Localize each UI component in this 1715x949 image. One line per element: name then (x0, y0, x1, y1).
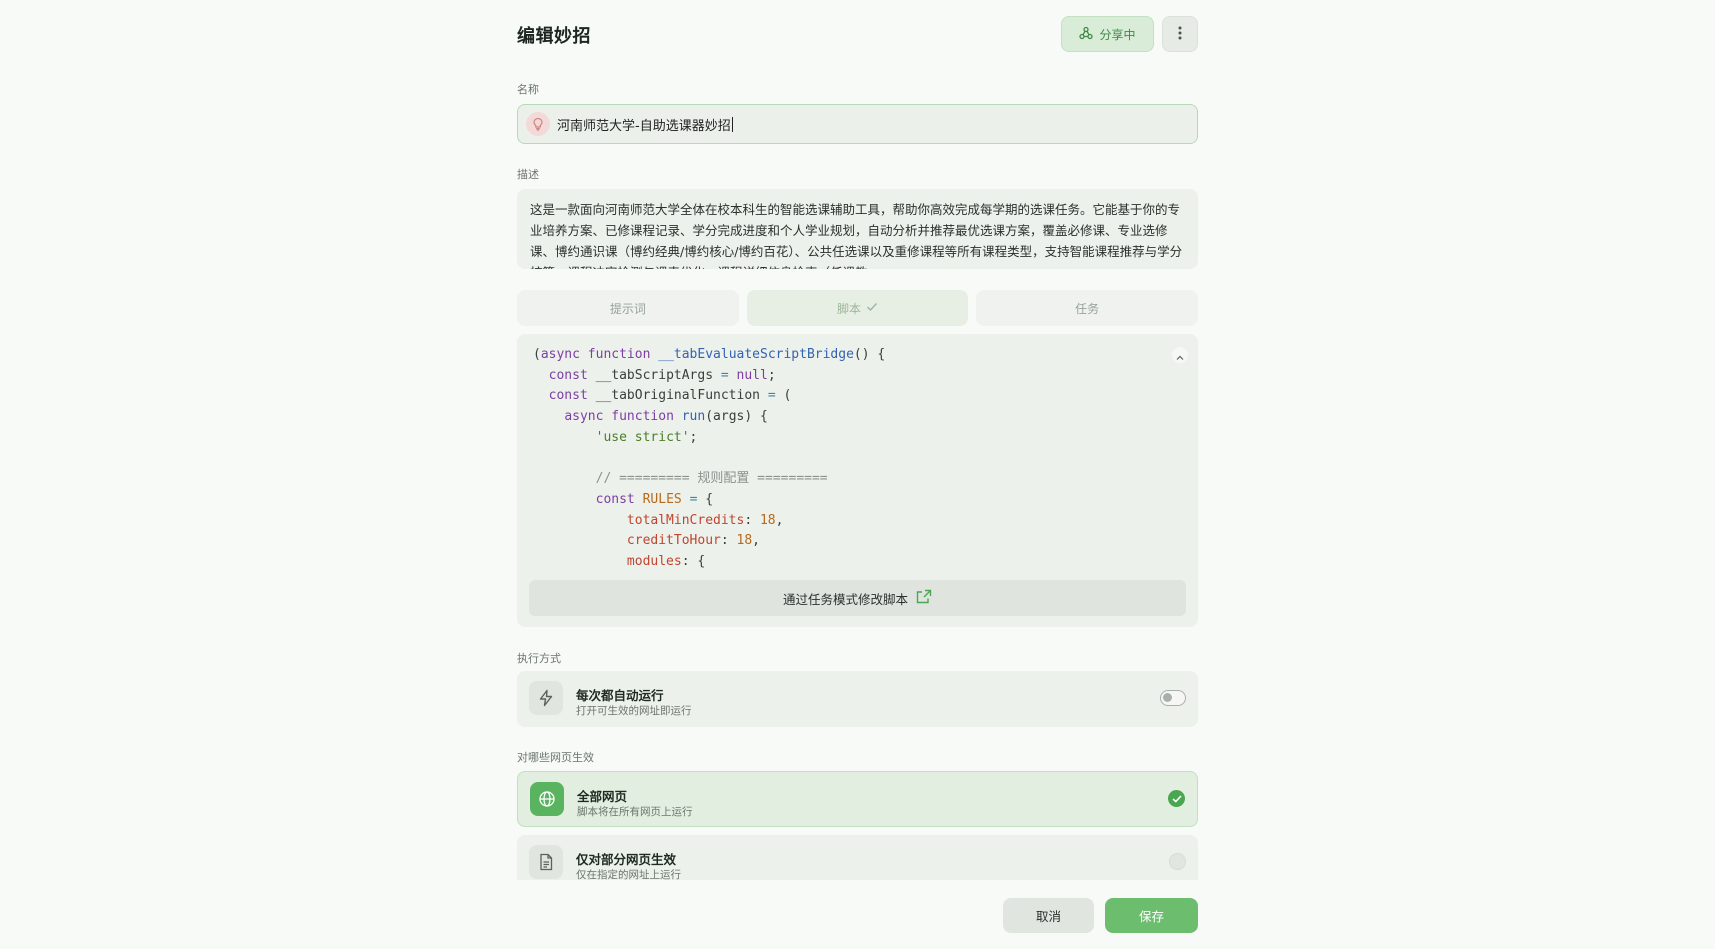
code-line: creditToHour: 18, (626, 533, 760, 549)
more-options-button[interactable] (1162, 16, 1198, 52)
tab-task[interactable]: 任务 (976, 290, 1199, 326)
code-line: const RULES = { (595, 491, 714, 507)
code-line: 'use strict'; (595, 429, 698, 445)
code-line: async function run(args) { (564, 409, 768, 425)
external-link-icon (916, 589, 932, 607)
auto-run-title: 每次都自动运行 (576, 688, 664, 703)
code-line: totalMinCredits: 18, (626, 512, 784, 528)
scope-specific-title: 仅对部分网页生效 (576, 852, 677, 867)
description-label: 描述 (517, 168, 539, 181)
cancel-button[interactable]: 取消 (1003, 898, 1094, 933)
page-title: 编辑妙招 (517, 26, 591, 47)
collapse-button[interactable] (1172, 347, 1188, 363)
auto-run-subtitle: 打开可生效的网址即运行 (576, 705, 692, 717)
script-code-viewer[interactable]: (async function __tabEvaluateScriptBridg… (517, 334, 1198, 627)
description-value: 这是一款面向河南师范大学全体在校本科生的智能选课辅助工具，帮助你高效完成每学期的… (530, 202, 1183, 269)
scope-option-specific-pages[interactable]: 仅对部分网页生效 仅在指定的网址上运行 (517, 835, 1198, 880)
code-line: const __tabOriginalFunction = ( (548, 388, 792, 404)
chevron-up-icon (1176, 346, 1184, 365)
code-line: modules: { (626, 553, 706, 569)
scope-all-subtitle: 脚本将在所有网页上运行 (577, 806, 693, 818)
name-value: 河南师范大学-自助选课器妙招 (557, 118, 731, 134)
scope-all-title: 全部网页 (577, 789, 628, 804)
code-line: // ========= 规则配置 ========= (533, 471, 828, 487)
scope-specific-subtitle: 仅在指定的网址上运行 (576, 869, 681, 880)
more-vertical-icon (1178, 25, 1182, 44)
check-icon (866, 301, 878, 315)
edit-trick-panel: 编辑妙招 分享中 名称 河南师范大学-自助选课器妙招 描述 这是一款面向河南师范… (517, 0, 1199, 949)
share-button[interactable]: 分享中 (1061, 16, 1154, 52)
tab-bar: 提示词 脚本 任务 (517, 290, 1199, 326)
scope-option-all-pages[interactable]: 全部网页 脚本将在所有网页上运行 (517, 771, 1198, 827)
tab-script[interactable]: 脚本 (746, 290, 969, 326)
document-icon (529, 845, 563, 879)
share-icon (1079, 26, 1094, 43)
name-input[interactable]: 河南师范大学-自助选课器妙招 (517, 104, 1198, 144)
save-button[interactable]: 保存 (1105, 898, 1198, 933)
execution-label: 执行方式 (517, 652, 561, 665)
code-block: (async function __tabEvaluateScriptBridg… (533, 345, 885, 573)
header: 编辑妙招 分享中 (517, 16, 1198, 52)
globe-icon (530, 782, 564, 816)
tab-script-label: 脚本 (837, 301, 862, 316)
selected-check-icon (1168, 790, 1185, 807)
name-label: 名称 (517, 83, 539, 96)
scope-label: 对哪些网页生效 (517, 751, 594, 764)
text-caret (731, 116, 733, 132)
unselected-radio[interactable] (1169, 853, 1186, 870)
modify-via-task-button[interactable]: 通过任务模式修改脚本 (529, 580, 1186, 616)
code-line: const __tabScriptArgs = null; (548, 367, 776, 383)
auto-run-card: 每次都自动运行 打开可生效的网址即运行 (517, 671, 1198, 727)
description-textarea[interactable]: 这是一款面向河南师范大学全体在校本科生的智能选课辅助工具，帮助你高效完成每学期的… (517, 189, 1198, 269)
tab-task-label: 任务 (1075, 301, 1100, 316)
tab-prompt[interactable]: 提示词 (517, 290, 739, 326)
tab-prompt-label: 提示词 (609, 301, 646, 316)
lightbulb-icon (526, 112, 550, 136)
code-line: (async function __tabEvaluateScriptBridg… (533, 347, 886, 362)
modify-via-task-label: 通过任务模式修改脚本 (782, 591, 908, 607)
lightning-icon (529, 681, 563, 715)
auto-run-toggle[interactable] (1160, 690, 1186, 706)
share-label: 分享中 (1099, 27, 1136, 42)
